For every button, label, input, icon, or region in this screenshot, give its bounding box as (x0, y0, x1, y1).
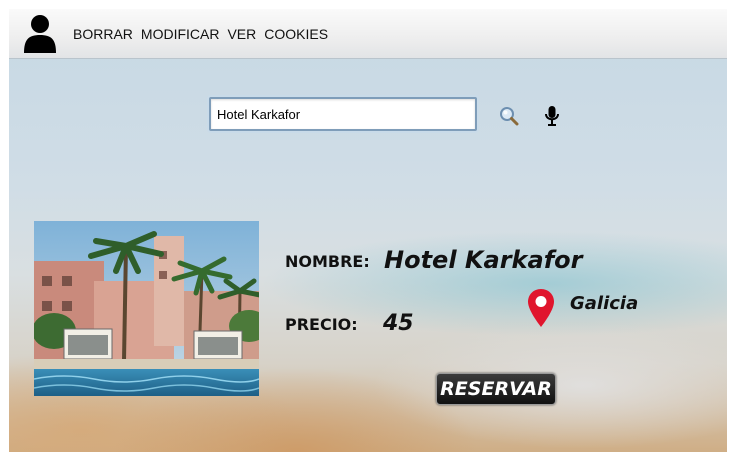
top-menu-bar: BORRAR MODIFICAR VER COOKIES (9, 9, 727, 59)
app-window: BORRAR MODIFICAR VER COOKIES Hotel Karka… (9, 9, 727, 452)
menu-item-modificar[interactable]: MODIFICAR (141, 26, 220, 42)
hotel-price: 45 (383, 311, 414, 336)
map-pin-icon (528, 289, 554, 327)
hotel-location: Galicia (570, 293, 639, 314)
menu-item-cookies[interactable]: COOKIES (264, 26, 328, 42)
price-label: PRECIO: (285, 315, 358, 334)
name-label: NOMBRE: (285, 252, 370, 271)
hotel-photo (34, 221, 259, 396)
user-icon[interactable] (23, 14, 57, 54)
menu-item-ver[interactable]: VER (227, 26, 256, 42)
menu-item-borrar[interactable]: BORRAR (73, 26, 133, 42)
magnifier-icon[interactable] (499, 106, 519, 126)
menu: BORRAR MODIFICAR VER COOKIES (73, 9, 328, 59)
microphone-icon[interactable] (544, 105, 560, 127)
hotel-name: Hotel Karkafor (384, 246, 583, 274)
reserve-button[interactable]: RESERVAR (436, 373, 556, 405)
search-input[interactable] (209, 97, 477, 131)
